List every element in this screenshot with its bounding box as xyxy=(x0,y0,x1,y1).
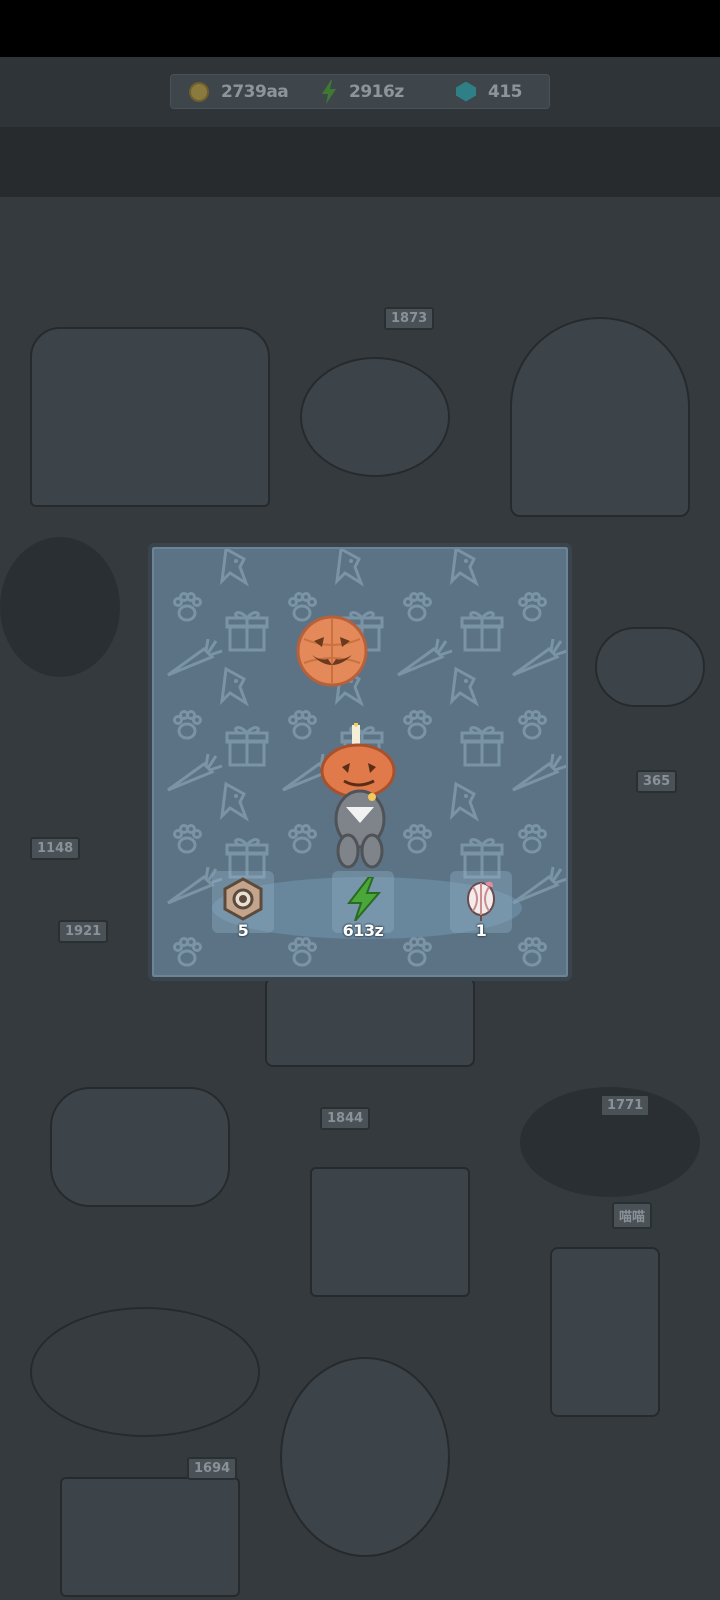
plot-sign-1844: 1844 xyxy=(320,1107,371,1130)
market-stall[interactable] xyxy=(60,1477,240,1597)
reward-popup[interactable]: 5 613z 1 xyxy=(148,543,572,981)
reward-item-lantern[interactable]: 1 xyxy=(450,871,512,940)
plot-sign-365: 365 xyxy=(636,770,678,793)
observatory-arch[interactable] xyxy=(510,317,690,517)
reward-item-energy[interactable]: 613z xyxy=(332,871,394,940)
coin-counter: 2739aa xyxy=(189,75,289,108)
reward-item-hex-nut[interactable]: 5 xyxy=(212,871,274,940)
reward-amount: 613z xyxy=(342,921,384,940)
barrels[interactable] xyxy=(50,1087,230,1207)
swing-bench[interactable] xyxy=(595,627,705,707)
gem-counter: 415 xyxy=(456,75,523,108)
plot-sign-1771: 1771 xyxy=(600,1094,651,1117)
gem-icon xyxy=(456,81,476,102)
paper-lantern-icon xyxy=(467,881,495,921)
cauldron[interactable] xyxy=(280,1357,450,1557)
icon-wrap xyxy=(459,877,503,921)
tent[interactable] xyxy=(265,977,475,1067)
resource-bar: 2739aa 2916z 415 xyxy=(170,74,550,109)
icon-wrap xyxy=(341,876,385,922)
jack-o-lantern-badge-icon xyxy=(296,615,368,687)
lightning-bolt-icon xyxy=(346,876,382,922)
plot-sign-1873: 1873 xyxy=(384,307,435,330)
shrub xyxy=(0,537,120,677)
plot-sign-1694: 1694 xyxy=(187,1457,238,1480)
plot-sign-1148: 1148 xyxy=(30,837,81,860)
status-bar xyxy=(0,0,720,57)
hex-nut-icon xyxy=(223,877,263,921)
gem-amount: 415 xyxy=(488,81,523,102)
reward-amount: 5 xyxy=(237,921,249,940)
cooking-stove[interactable] xyxy=(310,1167,470,1297)
energy-counter: 2916z xyxy=(321,75,404,108)
coin-amount: 2739aa xyxy=(221,81,289,102)
shop-sign-meow: 喵喵 xyxy=(612,1202,653,1229)
lightning-bolt-icon xyxy=(322,79,336,104)
flower-garden[interactable] xyxy=(30,1307,260,1437)
cat-house[interactable] xyxy=(30,327,270,507)
cat-with-pumpkin-hat-icon xyxy=(320,723,396,869)
claw-machine[interactable] xyxy=(550,1247,660,1417)
plot-sign-1921: 1921 xyxy=(58,920,109,943)
tea-stand[interactable] xyxy=(300,357,450,477)
icon-wrap xyxy=(221,877,265,921)
energy-amount: 2916z xyxy=(349,81,404,102)
reward-amount: 1 xyxy=(475,921,487,940)
coin-icon xyxy=(189,81,209,102)
